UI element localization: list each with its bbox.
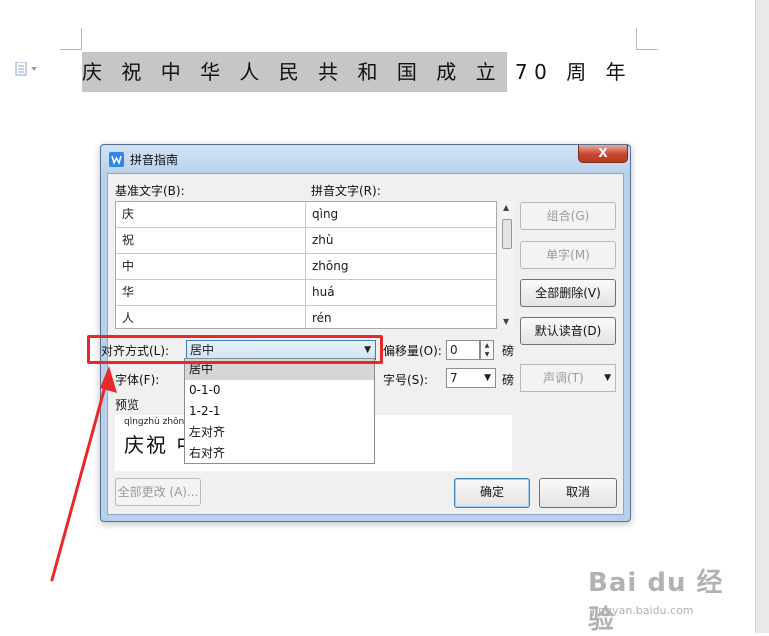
size-value: 7 xyxy=(450,371,458,385)
dropdown-option[interactable]: 0-1-0 xyxy=(185,380,374,401)
pinyin-cell[interactable]: qìng xyxy=(306,202,496,228)
document-icon[interactable] xyxy=(14,62,40,76)
base-char-cell[interactable]: 祝 xyxy=(116,228,306,254)
pinyin-grid[interactable]: 庆 qìng 祝 zhù 中 zhōng 华 huá 人 rén xyxy=(115,201,497,329)
scroll-up-icon[interactable]: ▲ xyxy=(503,203,509,212)
offset-label: 偏移量(O): xyxy=(383,344,442,358)
spin-up-icon[interactable]: ▲ xyxy=(481,341,493,350)
document-scrollbar-gutter[interactable] xyxy=(755,0,769,633)
size-unit: 磅 xyxy=(502,373,515,387)
pinyin-cell[interactable]: huá xyxy=(306,280,496,306)
pinyin-cell[interactable]: rén xyxy=(306,306,496,328)
wps-app-icon xyxy=(109,152,124,167)
dropdown-option[interactable]: 1-2-1 xyxy=(185,401,374,422)
tone-select[interactable]: 声调(T) ▼ xyxy=(520,364,616,392)
scroll-down-icon[interactable]: ▼ xyxy=(503,317,509,326)
cancel-button[interactable]: 取消 xyxy=(539,478,617,508)
alignment-dropdown-list[interactable]: 居中 0-1-0 1-2-1 左对齐 右对齐 xyxy=(184,358,375,464)
offset-value: 0 xyxy=(450,343,458,357)
preview-label: 预览 xyxy=(115,398,140,412)
page-corner-mark-right xyxy=(636,28,658,50)
page-corner-mark-left xyxy=(60,28,82,50)
combine-button[interactable]: 组合(G) xyxy=(520,202,616,230)
size-select[interactable]: 7 ▼ xyxy=(446,368,496,388)
table-row[interactable]: 祝 zhù xyxy=(116,228,496,254)
baidu-watermark: Bai du 经验 jingyan.baidu.com xyxy=(588,548,738,635)
change-all-button[interactable]: 全部更改 (A)... xyxy=(115,478,201,506)
base-text-label: 基准文字(B): xyxy=(115,184,185,198)
dropdown-option[interactable]: 左对齐 xyxy=(185,422,374,443)
clear-all-button[interactable]: 全部删除(V) xyxy=(520,279,616,307)
pinyin-guide-dialog: 拼音指南 X 基准文字(B): 拼音文字(R): 庆 qìng 祝 zhù 中 … xyxy=(100,144,631,522)
watermark-logo: Bai du 经验 xyxy=(588,568,724,635)
annotation-highlight-box xyxy=(87,335,383,364)
offset-input[interactable]: 0 xyxy=(446,340,480,360)
grid-scrollbar[interactable]: ▲ ▼ xyxy=(500,201,514,329)
single-char-button[interactable]: 单字(M) xyxy=(520,241,616,269)
watermark-url: jingyan.baidu.com xyxy=(592,604,694,617)
ok-button[interactable]: 确定 xyxy=(454,478,530,508)
table-row[interactable]: 中 zhōng xyxy=(116,254,496,280)
scroll-thumb[interactable] xyxy=(502,219,512,249)
tone-value: 声调(T) xyxy=(543,371,584,385)
base-char-cell[interactable]: 人 xyxy=(116,306,306,328)
spin-down-icon[interactable]: ▼ xyxy=(481,350,493,359)
dialog-title: 拼音指南 xyxy=(130,153,179,167)
table-row[interactable]: 人 rén xyxy=(116,306,496,328)
base-char-cell[interactable]: 华 xyxy=(116,280,306,306)
table-row[interactable]: 华 huá xyxy=(116,280,496,306)
font-label: 字体(F): xyxy=(115,373,160,387)
table-row[interactable]: 庆 qìng xyxy=(116,202,496,228)
chevron-down-icon[interactable]: ▼ xyxy=(604,365,611,391)
chevron-down-icon[interactable]: ▼ xyxy=(484,369,491,387)
base-char-cell[interactable]: 庆 xyxy=(116,202,306,228)
pinyin-cell[interactable]: zhù xyxy=(306,228,496,254)
dropdown-option[interactable]: 右对齐 xyxy=(185,443,374,464)
offset-unit: 磅 xyxy=(502,344,515,358)
close-button[interactable]: X xyxy=(578,145,628,163)
base-char-cell[interactable]: 中 xyxy=(116,254,306,280)
preview-pinyin: qìngzhù zhōn xyxy=(124,417,185,427)
default-reading-button[interactable]: 默认读音(D) xyxy=(520,317,616,345)
dialog-titlebar[interactable]: 拼音指南 X xyxy=(101,145,630,172)
offset-stepper[interactable]: ▲ ▼ xyxy=(480,340,494,360)
pinyin-text-label: 拼音文字(R): xyxy=(311,184,381,198)
size-label: 字号(S): xyxy=(383,373,429,387)
pinyin-cell[interactable]: zhōng xyxy=(306,254,496,280)
selected-document-text[interactable]: 庆 祝 中 华 人 民 共 和 国 成 立 70 周 年 xyxy=(82,52,626,92)
